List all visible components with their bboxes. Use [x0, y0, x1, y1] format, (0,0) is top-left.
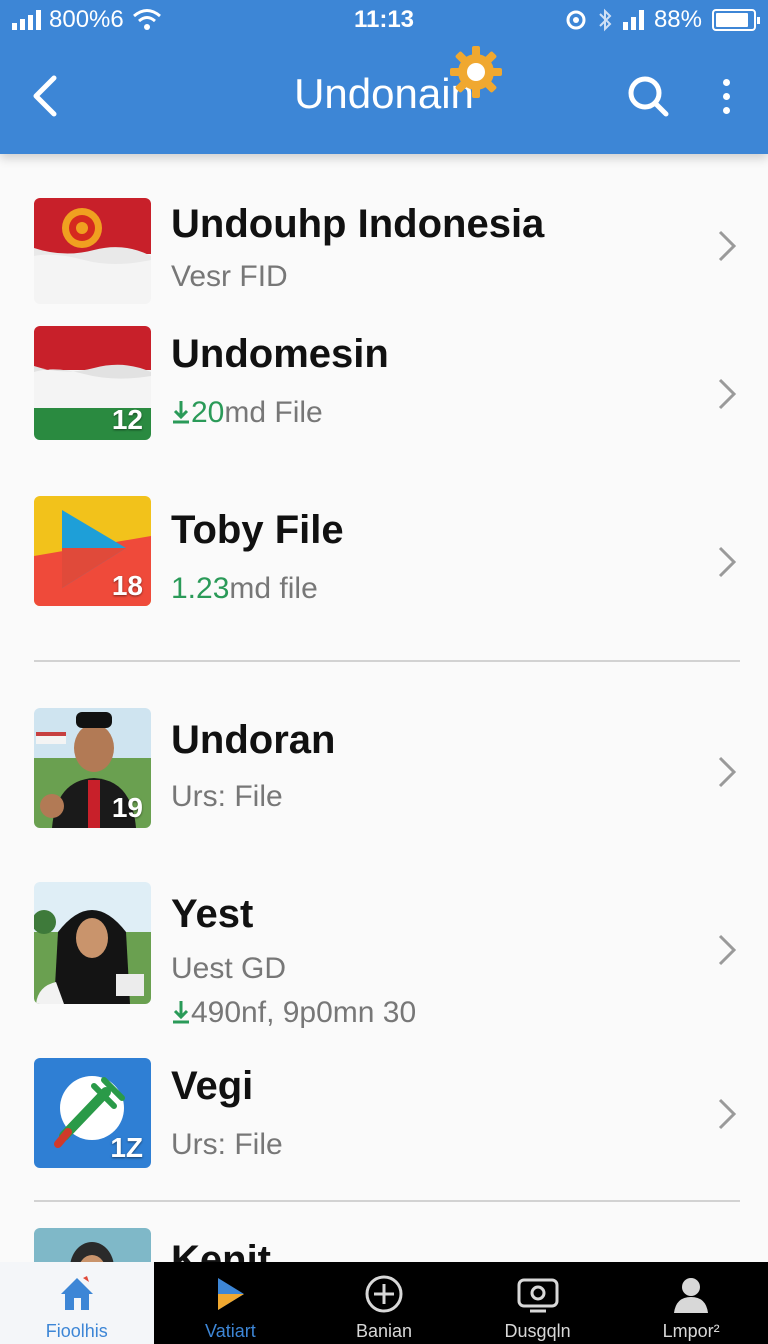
item-badge: 1Z: [110, 1132, 143, 1163]
play-icon: [207, 1271, 253, 1317]
chevron-right-icon: [718, 934, 737, 966]
item-thumbnail: [34, 882, 151, 1004]
chevron-right-icon: [718, 1098, 737, 1130]
item-thumbnail: [34, 198, 151, 304]
chevron-right-icon: [718, 378, 737, 410]
person-photo-icon: [34, 1228, 151, 1262]
item-thumbnail: [34, 1228, 151, 1262]
nav-label: Lmpor²: [662, 1321, 720, 1341]
item-subtitle: Vesr FID: [171, 260, 288, 293]
search-icon: [628, 76, 669, 117]
page-title: Undonain: [294, 46, 502, 118]
item-meta-text: 490nf, 9p0mn 30: [191, 996, 417, 1029]
list-item[interactable]: 12 Undomesin 20md File: [0, 314, 768, 464]
woman-photo-icon: [34, 882, 151, 1004]
cell-signal-icon: [622, 10, 644, 30]
item-subtitle: Urs: File: [171, 780, 283, 813]
item-subtitle: Urs: File: [171, 1128, 283, 1161]
more-icon-dot: [722, 78, 730, 86]
list-item[interactable]: Yest Uest GD 490nf, 9p0mn 30: [0, 868, 768, 1038]
item-thumbnail: 19: [34, 708, 151, 828]
item-size-unit: md file: [229, 572, 318, 605]
item-title: Vegi: [171, 1064, 254, 1108]
item-size-unit: md File: [224, 396, 323, 429]
download-icon: [173, 1001, 189, 1024]
item-title: Undomesin: [171, 332, 389, 376]
nav-label: Banian: [355, 1321, 413, 1341]
list-item[interactable]: Kenit: [0, 1224, 768, 1262]
gear-icon: [449, 46, 502, 98]
nav-item-screen[interactable]: Dusgqln: [461, 1262, 615, 1344]
item-badge: 19: [111, 792, 143, 823]
item-thumbnail: 18: [34, 496, 151, 606]
item-size-value: 20: [191, 396, 225, 429]
nav-item-add[interactable]: Banian: [307, 1262, 461, 1344]
toolbar: Undonain: [0, 46, 768, 138]
app-header: 800%6 11:13 88% Undonain: [0, 0, 768, 154]
item-thumbnail: 12: [34, 326, 151, 440]
section-divider: [34, 660, 740, 662]
plus-circle-icon: [361, 1271, 407, 1317]
item-title: Undouhp Indonesia: [171, 202, 545, 246]
download-icon: [173, 401, 189, 424]
item-subtitle: 1.23md file: [171, 572, 318, 606]
file-list: Undouhp Indonesia Vesr FID 12 Undomesin …: [0, 154, 768, 1262]
more-options-button[interactable]: [706, 68, 746, 124]
status-bar: 800%6 11:13 88%: [0, 0, 768, 40]
nav-label: Dusgqln: [504, 1321, 571, 1341]
item-title: Yest: [171, 892, 254, 936]
item-title: Undoran: [171, 718, 336, 762]
user-icon: [668, 1271, 714, 1317]
item-title: Kenit: [171, 1238, 271, 1262]
indonesia-flag-emblem-icon: [34, 198, 151, 304]
more-icon-dot: [722, 106, 730, 114]
home-icon: [54, 1271, 100, 1317]
chevron-right-icon: [718, 756, 737, 788]
item-subtitle: 20md File: [171, 396, 323, 430]
item-title: Toby File: [171, 508, 344, 552]
item-meta: 490nf, 9p0mn 30: [171, 996, 416, 1030]
nav-item-home[interactable]: Fioolhis: [0, 1262, 154, 1344]
nav-item-profile[interactable]: Lmpor²: [614, 1262, 768, 1344]
list-item[interactable]: 18 Toby File 1.23md file: [0, 484, 768, 634]
bottom-navigation: Fioolhis Vatiart Banian Dusgqln Lmpor²: [0, 1262, 768, 1344]
alarm-icon: [566, 10, 586, 30]
section-divider: [34, 1200, 740, 1202]
screen-icon: [515, 1271, 561, 1317]
battery-icon: [712, 9, 760, 31]
bluetooth-icon: [599, 8, 612, 32]
item-subtitle: Uest GD: [171, 952, 287, 985]
nav-item-play[interactable]: Vatiart: [154, 1262, 308, 1344]
list-item[interactable]: Undouhp Indonesia Vesr FID: [0, 154, 768, 314]
item-size-value: 1.23: [171, 572, 230, 605]
battery-level: [716, 13, 748, 27]
list-item[interactable]: 19 Undoran Urs: File: [0, 694, 768, 844]
item-thumbnail: 1Z: [34, 1058, 151, 1168]
more-icon-dot: [722, 92, 730, 100]
nav-label: Vatiart: [205, 1321, 256, 1341]
battery-percent: 88%: [653, 6, 702, 33]
chevron-right-icon: [718, 230, 737, 262]
item-badge: 18: [111, 570, 143, 601]
item-badge: 12: [111, 404, 143, 435]
list-item[interactable]: 1Z Vegi Urs: File: [0, 1044, 768, 1194]
nav-label: Fioolhis: [45, 1321, 108, 1341]
search-button[interactable]: [620, 68, 676, 124]
chevron-right-icon: [718, 546, 737, 578]
status-right: 88%: [565, 6, 760, 34]
